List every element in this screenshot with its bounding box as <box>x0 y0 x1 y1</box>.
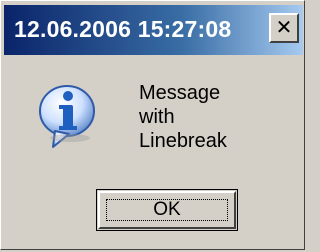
message-line: Message <box>139 82 221 104</box>
message-line: with <box>139 106 175 128</box>
close-button[interactable]: ✕ <box>269 13 299 43</box>
window-title: 12.06.2006 15:27:08 <box>14 16 232 42</box>
title-bar[interactable]: 12.06.2006 15:27:08 ✕ <box>4 5 303 55</box>
ok-button[interactable]: OK <box>96 189 238 231</box>
message-dialog: 12.06.2006 15:27:08 ✕ Message with Lineb… <box>0 0 305 250</box>
close-icon: ✕ <box>275 17 293 39</box>
info-icon <box>37 81 101 151</box>
message-line: Linebreak <box>139 130 227 152</box>
message-text: Message with Linebreak <box>139 81 289 153</box>
ok-button-label: OK <box>106 199 228 221</box>
